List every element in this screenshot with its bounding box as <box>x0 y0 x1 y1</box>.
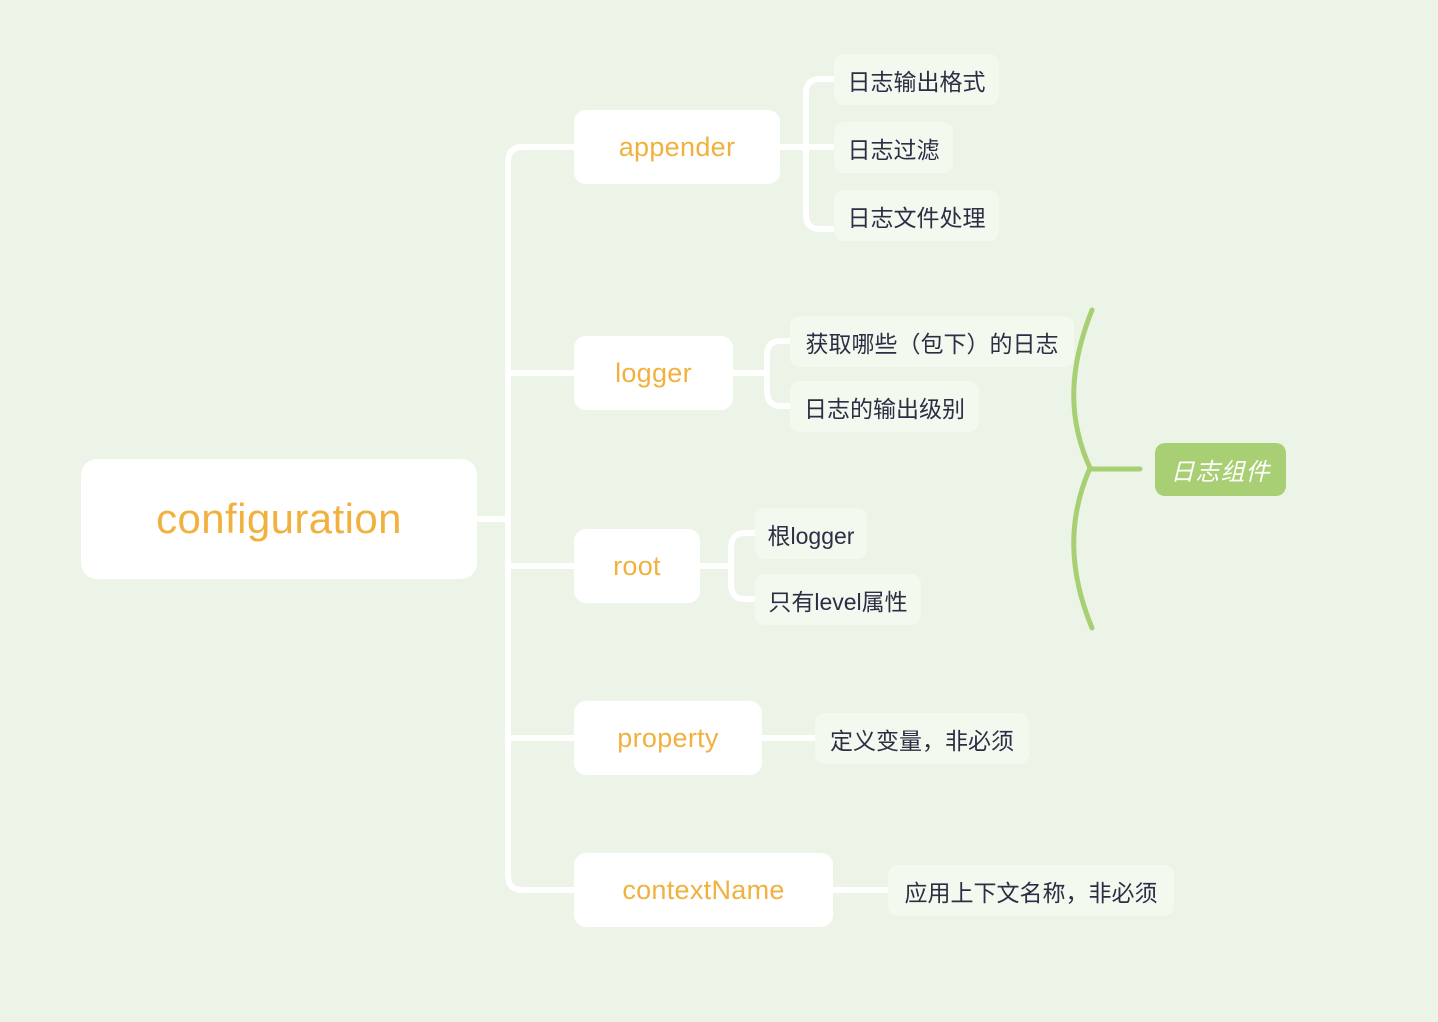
node-root-configuration[interactable]: configuration <box>81 459 477 579</box>
connector-appender-child-1 <box>803 76 837 96</box>
node-leaf-label: 日志输出格式 <box>847 68 986 95</box>
node-leaf-contextname-1[interactable]: 应用上下文名称，非必须 <box>888 865 1174 916</box>
node-leaf-root-1[interactable]: 根logger <box>755 508 867 559</box>
node-branch-property[interactable]: property <box>574 701 762 775</box>
connector-logger-child-2 <box>764 388 793 409</box>
node-root-label: configuration <box>156 495 402 542</box>
node-branch-appender[interactable]: appender <box>574 110 780 184</box>
node-leaf-label: 应用上下文名称，非必须 <box>904 879 1158 906</box>
node-branch-label: root <box>613 550 661 581</box>
node-branch-contextname[interactable]: contextName <box>574 853 833 927</box>
node-leaf-appender-3[interactable]: 日志文件处理 <box>834 190 999 241</box>
node-leaf-appender-1[interactable]: 日志输出格式 <box>834 54 999 105</box>
node-branch-label: appender <box>618 131 736 162</box>
node-branch-label: property <box>617 722 719 753</box>
node-branch-label: contextName <box>622 874 785 905</box>
node-leaf-label: 日志过滤 <box>847 136 940 163</box>
node-leaf-logger-2[interactable]: 日志的输出级别 <box>790 381 979 432</box>
node-leaf-label: 日志的输出级别 <box>804 395 965 422</box>
node-leaf-label: 只有level属性 <box>768 588 908 615</box>
node-annotation-log-component[interactable]: 日志组件 <box>1155 443 1286 496</box>
node-leaf-appender-2[interactable]: 日志过滤 <box>834 122 953 173</box>
connector-logger-child-1 <box>764 338 793 358</box>
connector-appender-child-3 <box>803 212 837 232</box>
node-leaf-label: 获取哪些（包下）的日志 <box>805 330 1059 357</box>
connector-root-child-2 <box>728 581 758 602</box>
node-leaf-label: 根logger <box>767 522 855 549</box>
node-leaf-label: 定义变量，非必须 <box>830 727 1014 754</box>
connector-to-contextname <box>505 873 577 893</box>
node-branch-logger[interactable]: logger <box>574 336 733 410</box>
node-branch-root[interactable]: root <box>574 529 700 603</box>
node-leaf-label: 日志文件处理 <box>847 204 986 231</box>
group-brace <box>1071 307 1095 631</box>
node-leaf-root-2[interactable]: 只有level属性 <box>755 574 921 625</box>
node-branch-label: logger <box>615 357 692 388</box>
node-leaf-logger-1[interactable]: 获取哪些（包下）的日志 <box>790 316 1074 367</box>
node-annotation-label: 日志组件 <box>1170 459 1271 486</box>
mindmap-canvas: configuration appender 日志输出格式 日志过滤 日志文件处… <box>0 0 1438 1022</box>
node-leaf-property-1[interactable]: 定义变量，非必须 <box>815 713 1029 764</box>
connector-root-child-1 <box>728 530 758 551</box>
connector-to-appender <box>505 144 577 165</box>
